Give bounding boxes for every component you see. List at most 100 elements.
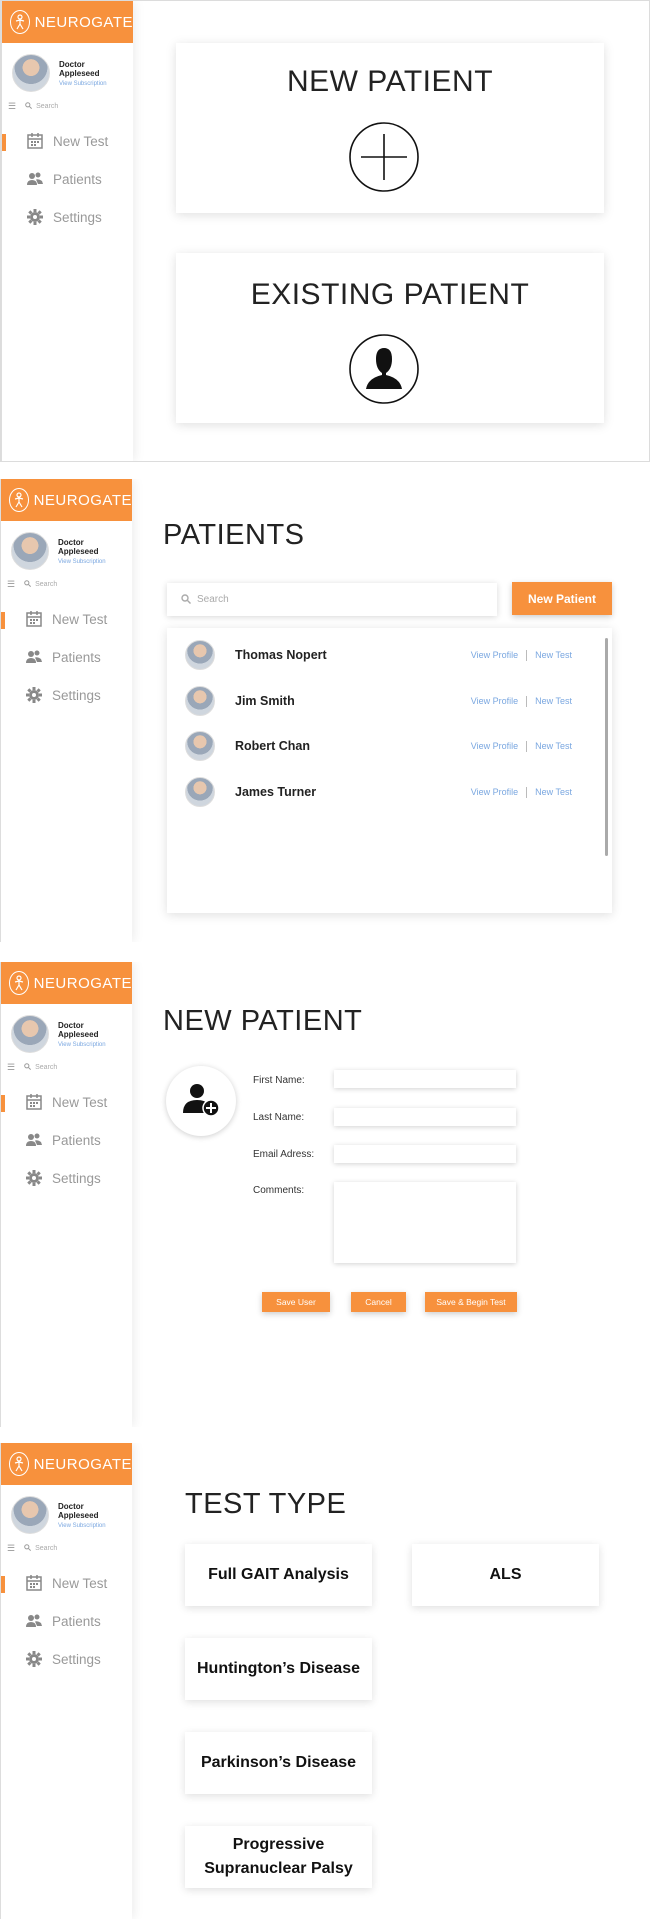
screen-start: NEUROGATE Doctor Appleseed View Subscrip… <box>0 0 650 462</box>
patient-name: Jim Smith <box>235 694 295 708</box>
sidebar-item-new-test[interactable]: New Test <box>1 600 132 638</box>
first-name-field[interactable] <box>334 1070 516 1088</box>
new-patient-card[interactable]: NEW PATIENT <box>176 43 604 213</box>
add-photo-button[interactable] <box>166 1066 236 1136</box>
new-test-link[interactable]: New Test <box>535 741 572 751</box>
sidebar-item-label: New Test <box>52 1094 108 1110</box>
new-patient-button[interactable]: New Patient <box>512 582 612 615</box>
scrollbar[interactable] <box>605 638 608 856</box>
sidebar-search[interactable]: ☰ Search <box>2 93 133 112</box>
sidebar-search[interactable]: ☰ Search <box>1 1054 132 1073</box>
sidebar-item-label: Settings <box>52 687 101 703</box>
sidebar-item-new-test[interactable]: New Test <box>1 1564 132 1602</box>
save-begin-test-button[interactable]: Save & Begin Test <box>425 1292 517 1312</box>
sidebar-item-settings[interactable]: Settings <box>1 676 132 714</box>
user-name: Doctor Appleseed <box>58 1501 99 1520</box>
brand-header[interactable]: NEUROGATE <box>1 479 132 521</box>
hamburger-menu-icon[interactable]: ☰ <box>7 1062 15 1073</box>
test-type-parkinsons[interactable]: Parkinson’s Disease <box>185 1732 372 1794</box>
view-profile-link[interactable]: View Profile <box>471 696 518 706</box>
page-title: TEST TYPE <box>185 1488 347 1520</box>
sidebar-item-new-test[interactable]: New Test <box>2 122 133 160</box>
sidebar-item-patients[interactable]: Patients <box>1 638 132 676</box>
patient-list: Thomas Nopert View Profile New Test Jim … <box>167 628 612 913</box>
avatar <box>185 777 215 807</box>
sidebar-item-settings[interactable]: Settings <box>2 198 133 236</box>
table-row[interactable]: Robert Chan View Profile New Test <box>185 729 572 763</box>
sidebar-item-settings[interactable]: Settings <box>1 1159 132 1197</box>
view-profile-link[interactable]: View Profile <box>471 787 518 797</box>
sidebar-item-patients[interactable]: Patients <box>2 160 133 198</box>
test-type-als[interactable]: ALS <box>412 1544 599 1606</box>
sidebar-item-label: Patients <box>52 1613 101 1629</box>
brand-header[interactable]: NEUROGATE <box>2 1 133 43</box>
sidebar: NEUROGATE Doctor Appleseed View Subscrip… <box>0 479 132 942</box>
test-type-psp[interactable]: Progressive Supranuclear Palsy <box>185 1826 372 1888</box>
test-type-full-gait[interactable]: Full GAIT Analysis <box>185 1544 372 1606</box>
existing-patient-card[interactable]: EXISTING PATIENT <box>176 253 604 423</box>
last-name-field[interactable] <box>334 1108 516 1126</box>
view-subscription-link[interactable]: View Subscription <box>59 81 123 87</box>
add-user-icon <box>181 1081 221 1122</box>
hamburger-menu-icon[interactable]: ☰ <box>7 1543 15 1554</box>
sidebar-item-new-test[interactable]: New Test <box>1 1083 132 1121</box>
new-test-link[interactable]: New Test <box>535 650 572 660</box>
comments-field[interactable] <box>334 1182 516 1263</box>
calendar-icon <box>26 132 44 150</box>
active-indicator <box>2 134 6 151</box>
brand-name: NEUROGATE <box>34 13 133 31</box>
cancel-button[interactable]: Cancel <box>351 1292 406 1312</box>
gear-icon <box>26 208 44 226</box>
sidebar-search-placeholder: Search <box>35 1064 58 1071</box>
sidebar-item-settings[interactable]: Settings <box>1 1640 132 1678</box>
new-test-link[interactable]: New Test <box>535 787 572 797</box>
view-subscription-link[interactable]: View Subscription <box>58 1042 122 1048</box>
user-profile[interactable]: Doctor Appleseed View Subscription <box>1 1004 132 1054</box>
view-profile-link[interactable]: View Profile <box>471 650 518 660</box>
save-user-button[interactable]: Save User <box>262 1292 330 1312</box>
patient-search-input[interactable]: Search <box>167 583 497 616</box>
user-name: Doctor Appleseed <box>59 59 100 78</box>
brand-logo-icon <box>9 971 29 995</box>
view-subscription-link[interactable]: View Subscription <box>58 1523 122 1529</box>
sidebar-search[interactable]: ☰ Search <box>1 571 132 590</box>
hamburger-menu-icon[interactable]: ☰ <box>7 579 15 590</box>
search-icon <box>24 580 32 589</box>
sidebar: NEUROGATE Doctor Appleseed View Subscrip… <box>0 1443 132 1919</box>
view-profile-link[interactable]: View Profile <box>471 741 518 751</box>
search-icon <box>24 1544 32 1553</box>
link-separator <box>526 740 528 752</box>
sidebar-item-label: New Test <box>53 133 109 149</box>
user-profile[interactable]: Doctor Appleseed View Subscription <box>1 521 132 571</box>
sidebar-item-label: Settings <box>52 1651 101 1667</box>
table-row[interactable]: Thomas Nopert View Profile New Test <box>185 638 572 672</box>
sidebar: NEUROGATE Doctor Appleseed View Subscrip… <box>1 1 133 461</box>
sidebar-item-label: Settings <box>53 209 102 225</box>
last-name-label: Last Name: <box>253 1112 305 1123</box>
calendar-icon <box>25 610 43 628</box>
table-row[interactable]: James Turner View Profile New Test <box>185 775 572 809</box>
users-icon <box>25 648 43 666</box>
brand-header[interactable]: NEUROGATE <box>1 962 132 1004</box>
avatar <box>185 731 215 761</box>
search-placeholder: Search <box>197 594 229 605</box>
new-test-link[interactable]: New Test <box>535 696 572 706</box>
screen-patients: NEUROGATE Doctor Appleseed View Subscrip… <box>0 479 650 942</box>
users-icon <box>25 1612 43 1630</box>
sidebar: NEUROGATE Doctor Appleseed View Subscrip… <box>0 962 132 1427</box>
sidebar-item-patients[interactable]: Patients <box>1 1602 132 1640</box>
sidebar-search[interactable]: ☰ Search <box>1 1535 132 1554</box>
screen-test-type: NEUROGATE Doctor Appleseed View Subscrip… <box>0 1443 650 1919</box>
user-profile[interactable]: Doctor Appleseed View Subscription <box>2 43 133 93</box>
test-type-huntingtons[interactable]: Huntington’s Disease <box>185 1638 372 1700</box>
hamburger-menu-icon[interactable]: ☰ <box>8 101 16 112</box>
link-separator <box>526 786 528 798</box>
email-field[interactable] <box>334 1145 516 1163</box>
avatar <box>11 532 49 570</box>
sidebar-item-patients[interactable]: Patients <box>1 1121 132 1159</box>
table-row[interactable]: Jim Smith View Profile New Test <box>185 684 572 718</box>
sidebar-search-placeholder: Search <box>35 1545 58 1552</box>
view-subscription-link[interactable]: View Subscription <box>58 559 122 565</box>
brand-header[interactable]: NEUROGATE <box>1 1443 132 1485</box>
user-profile[interactable]: Doctor Appleseed View Subscription <box>1 1485 132 1535</box>
